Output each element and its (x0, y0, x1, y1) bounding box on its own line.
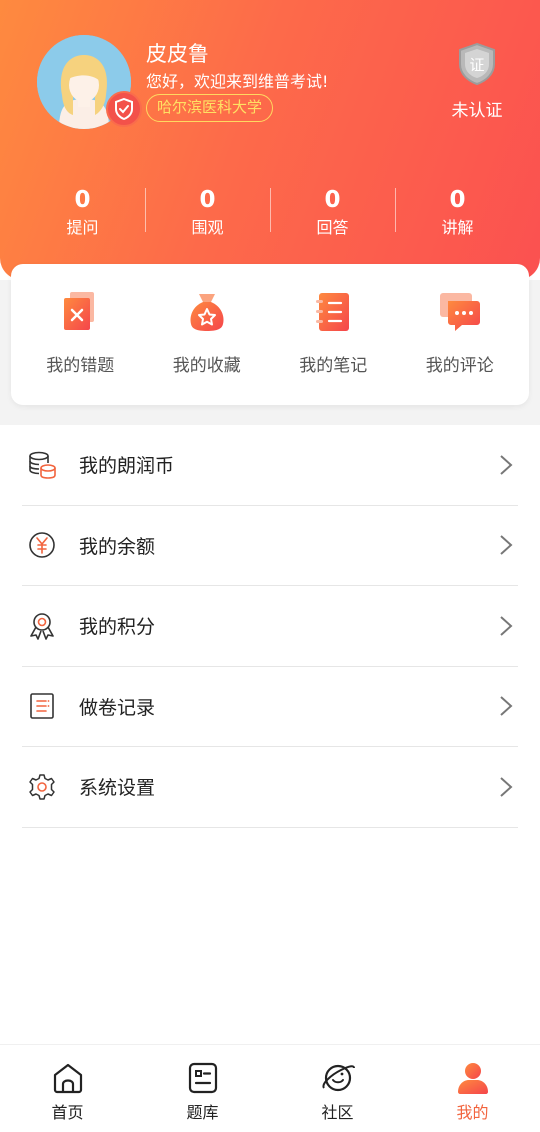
verified-shield-badge (106, 91, 142, 127)
chevron-right-icon (500, 455, 513, 475)
stat-questions[interactable]: 0 提问 (20, 186, 145, 242)
quick-action-label: 我的收藏 (172, 356, 241, 376)
quick-actions-card: 我的错题 我的收藏 我的笔记 我的评论 (11, 264, 529, 405)
menu-item-label: 我的余额 (79, 535, 156, 558)
quick-action-comments[interactable]: 我的评论 (397, 264, 524, 405)
favorites-bag-icon (190, 294, 224, 331)
chevron-right-icon (500, 696, 513, 716)
svg-text:证: 证 (469, 56, 484, 74)
bottom-tab-bar: 首页 题库 社区 我的 (0, 1044, 540, 1132)
menu-item-label: 我的积分 (79, 616, 156, 639)
cert-status-label: 未认证 (451, 101, 503, 121)
settings-menu: 我的朗润币 我的余额 我的积分 做卷记录 系统设置 (0, 425, 540, 828)
record-list-icon (30, 693, 54, 720)
stat-answers[interactable]: 0 回答 (270, 186, 395, 242)
stat-label: 回答 (316, 218, 349, 237)
menu-item-label: 我的朗润币 (79, 455, 175, 478)
quick-action-notes[interactable]: 我的笔记 (270, 264, 397, 405)
medal-icon (30, 612, 54, 640)
tab-label: 我的 (456, 1103, 489, 1122)
stat-label: 围观 (191, 218, 224, 237)
planet-icon (321, 1064, 355, 1092)
user-icon (457, 1063, 488, 1094)
greeting-text: 您好，欢迎来到维普考试! (146, 72, 329, 91)
yuan-coin-icon (29, 532, 55, 559)
quick-action-favorites[interactable]: 我的收藏 (144, 264, 271, 405)
quick-action-label: 我的错题 (46, 356, 115, 376)
quick-action-label: 我的笔记 (299, 356, 368, 376)
menu-item-label: 系统设置 (79, 777, 156, 800)
menu-item-label: 做卷记录 (79, 696, 156, 719)
question-bank-icon (188, 1062, 217, 1094)
menu-item-exam-records[interactable]: 做卷记录 (22, 667, 518, 747)
tab-home[interactable]: 首页 (0, 1045, 135, 1132)
certificate-shield-icon: 证 (459, 42, 495, 86)
tab-label: 首页 (51, 1103, 84, 1122)
stat-explanations[interactable]: 0 讲解 (395, 186, 520, 242)
menu-item-points[interactable]: 我的积分 (22, 586, 518, 667)
tab-label: 社区 (321, 1103, 354, 1122)
stat-label: 提问 (66, 218, 99, 237)
menu-item-langrun-coins[interactable]: 我的朗润币 (22, 425, 518, 506)
shield-check-icon (115, 98, 133, 120)
stat-value: 0 (199, 187, 216, 213)
notebook-icon (316, 293, 350, 331)
school-tag: 哈尔滨医科大学 (146, 94, 274, 122)
tab-community[interactable]: 社区 (270, 1045, 405, 1132)
chevron-right-icon (500, 777, 513, 797)
gear-icon (29, 774, 55, 800)
quick-action-label: 我的评论 (425, 356, 494, 376)
stat-value: 0 (324, 187, 341, 213)
home-icon (53, 1063, 82, 1094)
username: 皮皮鲁 (146, 42, 209, 66)
stat-watching[interactable]: 0 围观 (145, 186, 270, 242)
stat-value: 0 (74, 187, 91, 213)
chevron-right-icon (500, 616, 513, 636)
profile-header: 皮皮鲁 您好，欢迎来到维普考试! 哈尔滨医科大学 证 未认证 0 提问 0 围观… (0, 0, 540, 280)
stats-row: 0 提问 0 围观 0 回答 0 讲解 (20, 186, 520, 242)
certification-status[interactable]: 证 未认证 (440, 42, 514, 121)
tab-question-bank[interactable]: 题库 (135, 1045, 270, 1132)
stat-label: 讲解 (441, 218, 474, 237)
chevron-right-icon (500, 535, 513, 555)
menu-item-system-settings[interactable]: 系统设置 (22, 747, 518, 828)
quick-action-wrong-questions[interactable]: 我的错题 (17, 264, 144, 405)
tab-label: 题库 (186, 1103, 219, 1122)
menu-item-balance[interactable]: 我的余额 (22, 506, 518, 586)
wrong-questions-icon (64, 292, 95, 330)
coins-stack-icon (29, 451, 56, 479)
tab-mine[interactable]: 我的 (405, 1045, 540, 1132)
comment-bubble-icon (439, 293, 480, 331)
stat-value: 0 (449, 187, 466, 213)
